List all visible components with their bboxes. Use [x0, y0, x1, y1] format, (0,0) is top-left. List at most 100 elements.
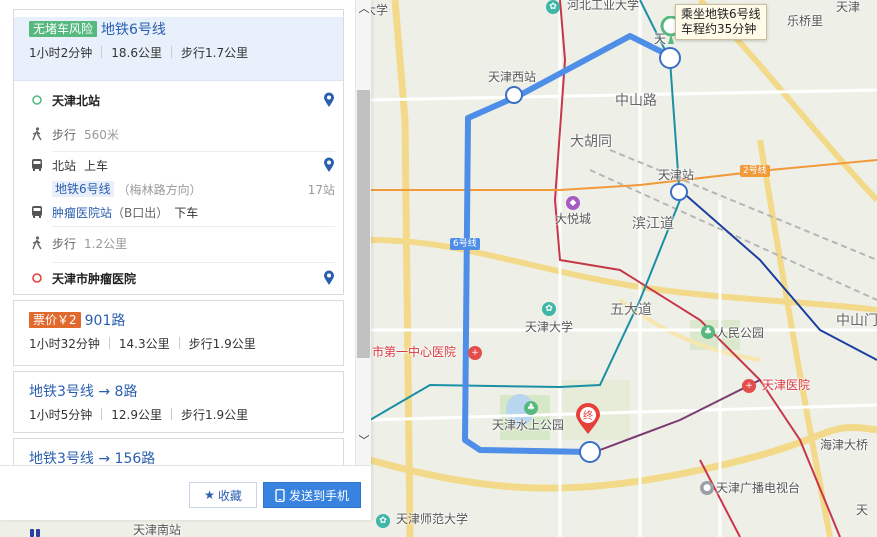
subway-icon	[30, 529, 40, 537]
divider	[178, 337, 180, 349]
map-route-tooltip: 乘坐地铁6号线 车程约35分钟	[675, 4, 767, 40]
map-label-zhongshan-road: 中山路	[615, 93, 657, 109]
start-dot-icon	[32, 95, 42, 105]
divider	[171, 46, 173, 58]
map-label-tianjin-edge: 天	[856, 503, 869, 517]
route-card-1[interactable]: 无堵车风险 地铁6号线 1小时2分钟 18.6公里 步行1.7公里 天津北站 步…	[13, 9, 344, 295]
route-4-name[interactable]: 地铁3号线 → 156路	[29, 448, 155, 465]
map-end-subway-icon[interactable]	[579, 441, 601, 463]
map-poi-hospital-icon[interactable]: +	[468, 346, 482, 360]
action-bar: ★ 收藏 发送到手机	[0, 465, 371, 520]
step-walk-2: 步行 1.2公里	[14, 225, 343, 261]
map-poi-mall-icon[interactable]: ◆	[566, 196, 580, 210]
step-line-direction: （梅林路方向）	[117, 182, 202, 197]
route-card-3[interactable]: 地铁3号线 → 8路 1小时5分钟 12.9公里 步行1.9公里	[13, 371, 344, 433]
bus-icon	[32, 159, 42, 171]
map-label-tianjin-south: 天津南站	[133, 523, 182, 537]
map-poi-water-park-icon[interactable]: ♣	[524, 401, 538, 415]
scroll-up-icon[interactable]: ︿	[356, 2, 372, 16]
step-line: 地铁6号线 （梅林路方向） 17站	[14, 179, 343, 199]
route-list-scrollbar[interactable]: ︿ ﹀	[355, 0, 371, 465]
walk-icon	[32, 127, 42, 141]
favorite-button[interactable]: ★ 收藏	[189, 482, 257, 508]
map-label-wudadao: 五大道	[610, 302, 652, 318]
map-start-subway-icon[interactable]	[659, 47, 681, 69]
send-to-phone-button[interactable]: 发送到手机	[263, 482, 361, 508]
map-label-joy-city: 大悦城	[555, 212, 592, 226]
map-label-tianjin-station: 天津站	[658, 168, 695, 182]
location-pin-icon[interactable]	[323, 270, 335, 286]
route-1-duration: 1小时2分钟	[29, 45, 93, 60]
map-poi-broadcast-icon[interactable]: ●	[700, 481, 714, 495]
step-line-name[interactable]: 地铁6号线	[52, 181, 114, 197]
step-alight-action: 下车	[174, 205, 199, 220]
route-2-distance: 14.3公里	[118, 336, 170, 351]
step-walk-1-distance: 560米	[84, 127, 119, 142]
tooltip-line2: 车程约35分钟	[681, 22, 757, 36]
map-station-tianjin-west-icon[interactable]	[505, 86, 523, 104]
step-alight: 肿瘤医院站 （B口出） 下车	[14, 199, 343, 225]
map-label-broadcast-tower: 天津广播电视台	[716, 481, 801, 495]
favorite-label: 收藏	[217, 488, 242, 503]
step-walk-1: 步行 560米	[14, 117, 343, 151]
scrollbar-thumb[interactable]	[357, 90, 370, 358]
map-poi-tianjin-hospital-icon[interactable]: +	[742, 379, 756, 393]
step-alight-station[interactable]: 肿瘤医院站	[52, 204, 112, 221]
route-card-2[interactable]: 票价￥2 901路 1小时32分钟 14.3公里 步行1.9公里	[13, 300, 344, 366]
route-1-tag: 无堵车风险	[29, 21, 98, 37]
map-poi-tianjin-univ-icon[interactable]: ✿	[542, 302, 556, 316]
route-1-walk: 步行1.7公里	[181, 45, 249, 60]
map-end-pin-icon[interactable]: 终	[575, 403, 601, 435]
map-label-water-park: 天津水上公园	[492, 418, 565, 432]
star-icon: ★	[204, 488, 215, 502]
scroll-down-icon[interactable]: ﹀	[356, 434, 372, 448]
step-walk-2-distance: 1.2公里	[84, 236, 128, 251]
map-poi-park-icon[interactable]: ♣	[701, 325, 715, 339]
map-label-zhongshan-men: 中山门	[836, 313, 877, 329]
step-walk-1-label: 步行	[52, 127, 77, 142]
phone-icon	[275, 488, 285, 502]
route-2-name[interactable]: 901路	[85, 310, 126, 330]
route-1-steps: 天津北站 步行 560米 北站 上车 地铁6号线 （梅林路方向） 17站 肿瘤医…	[14, 81, 343, 295]
map-label-lequanqiao: 乐桥里	[787, 14, 824, 28]
divider	[101, 408, 103, 420]
divider	[108, 337, 110, 349]
map-label-first-hospital: 市第一中心医院	[372, 345, 457, 359]
divider	[171, 408, 173, 420]
route-1-name[interactable]: 地铁6号线	[101, 19, 166, 39]
map-poi-university-icon[interactable]: ✿	[546, 0, 560, 14]
step-alight-exit: （B口出）	[112, 205, 169, 220]
map-label-line6: 6号线	[450, 238, 480, 250]
walk-icon	[32, 236, 42, 250]
step-board-action: 上车	[84, 158, 109, 173]
divider	[101, 46, 103, 58]
map-label-tianjin-univ: 天津大学	[525, 320, 574, 334]
map-label-peoples-park: 人民公园	[716, 326, 765, 340]
step-board: 北站 上车	[14, 151, 343, 179]
step-end: 天津市肿瘤医院	[14, 261, 343, 295]
tooltip-line1: 乘坐地铁6号线	[681, 7, 761, 21]
route-3-duration: 1小时5分钟	[29, 407, 93, 422]
end-dot-icon	[32, 273, 42, 283]
route-card-1-header[interactable]: 无堵车风险 地铁6号线 1小时2分钟 18.6公里 步行1.7公里	[14, 17, 343, 81]
step-walk-2-label: 步行	[52, 236, 77, 251]
route-2-walk: 步行1.9公里	[188, 336, 256, 351]
map-label-haihe-bridge: 海津大桥	[820, 438, 869, 452]
map-label-binjiang: 滨江道	[632, 216, 674, 232]
route-card-4[interactable]: 地铁3号线 → 156路	[13, 438, 344, 465]
map-station-tianjin-icon[interactable]	[670, 183, 688, 201]
route-list[interactable]: 无堵车风险 地铁6号线 1小时2分钟 18.6公里 步行1.7公里 天津北站 步…	[0, 0, 355, 465]
map-poi-normal-univ-icon[interactable]: ✿	[376, 514, 390, 528]
location-pin-icon[interactable]	[323, 92, 335, 108]
route-3-walk: 步行1.9公里	[181, 407, 249, 422]
map-label-tianjin-west: 天津西站	[488, 70, 537, 84]
route-panel: 无堵车风险 地铁6号线 1小时2分钟 18.6公里 步行1.7公里 天津北站 步…	[0, 0, 371, 520]
route-2-tag: 票价￥2	[29, 312, 81, 328]
map-label-normal-univ: 天津师范大学	[396, 512, 469, 526]
map-label-tianjin-right: 天津	[836, 0, 861, 14]
map-label-tianjin-hospital: 天津医院	[762, 378, 811, 392]
route-3-name[interactable]: 地铁3号线 → 8路	[29, 381, 137, 401]
location-pin-icon[interactable]	[323, 157, 335, 173]
map-label-line2: 2号线	[740, 165, 770, 177]
route-1-distance: 18.6公里	[111, 45, 163, 60]
